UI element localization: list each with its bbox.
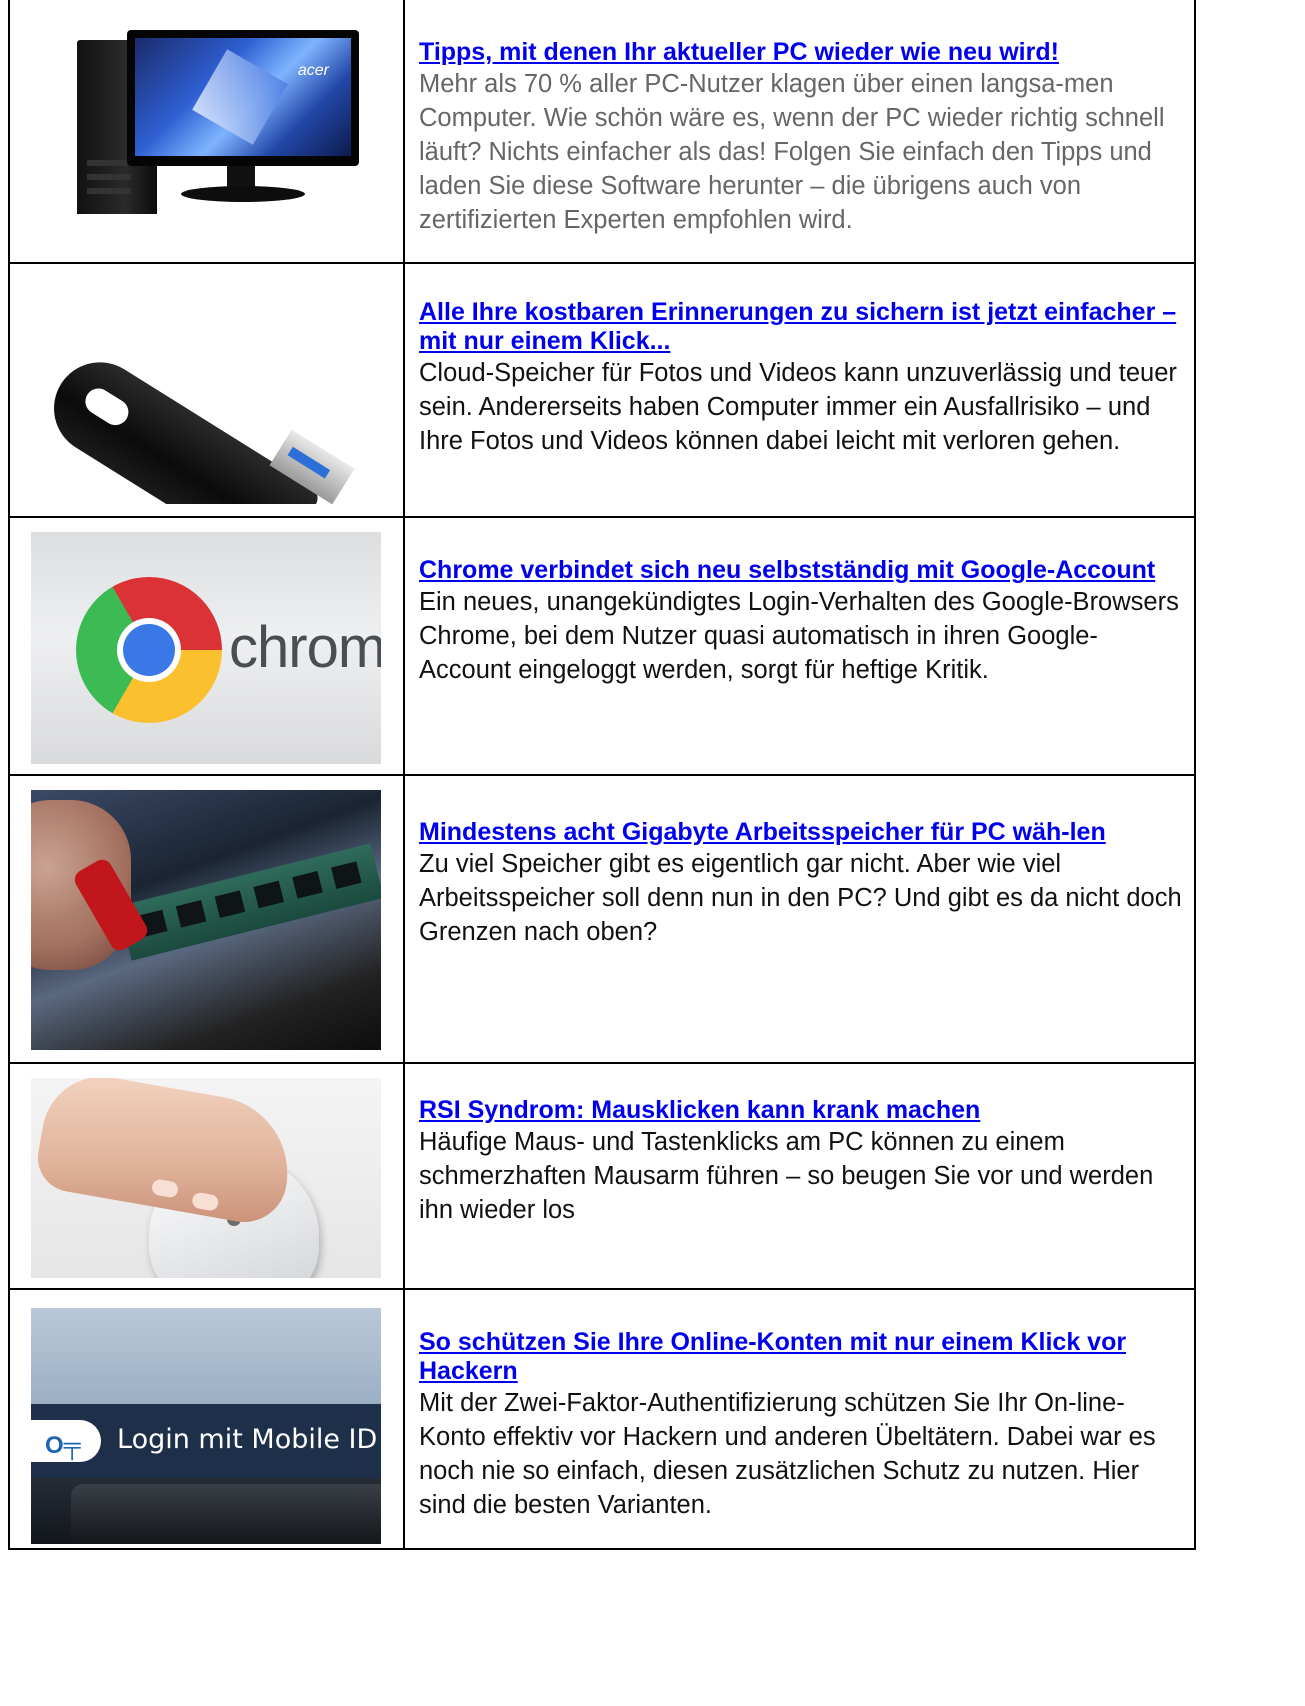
article-teaser: Häufige Maus- und Tastenklicks am PC kön… [419, 1128, 1154, 1224]
article-table: acer Tipps, mit denen Ihr aktueller PC w… [8, 0, 1196, 1550]
article-teaser: Cloud-Speicher für Fotos und Videos kann… [419, 359, 1177, 455]
article-headline-link[interactable]: Tipps, mit denen Ihr aktueller PC wieder… [419, 38, 1182, 67]
key-icon: O╤ [45, 1432, 81, 1459]
pc-monitor-image: acer [127, 30, 359, 166]
mouse-thumbnail[interactable] [31, 1078, 381, 1278]
newsletter-page: acer Tipps, mit denen Ihr aktueller PC w… [0, 0, 1305, 1706]
article-text-cell: Alle Ihre kostbaren Erinnerungen zu sich… [403, 262, 1196, 518]
chrome-logo-icon [76, 577, 222, 723]
usb-stick-thumbnail[interactable] [31, 268, 381, 504]
ram-thumbnail[interactable] [31, 790, 381, 1050]
pc-thumbnail[interactable]: acer [31, 14, 381, 214]
article-text-cell: Tipps, mit denen Ihr aktueller PC wieder… [403, 0, 1196, 264]
article-row: acer Tipps, mit denen Ihr aktueller PC w… [8, 0, 1196, 264]
chrome-thumbnail[interactable]: chrome [31, 532, 381, 764]
article-headline-link[interactable]: Alle Ihre kostbaren Erinnerungen zu sich… [419, 298, 1182, 356]
article-headline-link[interactable]: Mindestens acht Gigabyte Arbeitsspeicher… [419, 818, 1182, 847]
article-image-cell [8, 1062, 405, 1290]
article-text-cell: Mindestens acht Gigabyte Arbeitsspeicher… [403, 774, 1196, 1064]
chrome-wordmark: chrome [229, 615, 381, 680]
article-row: RSI Syndrom: Mausklicken kann krank mach… [8, 1062, 1196, 1290]
article-row: chrome Chrome verbindet sich neu selbsts… [8, 516, 1196, 776]
article-row: Mindestens acht Gigabyte Arbeitsspeicher… [8, 774, 1196, 1064]
login-banner: O╤ Login mit Mobile ID [31, 1404, 381, 1478]
article-teaser: Mit der Zwei-Faktor-Authentifizierung sc… [419, 1389, 1156, 1519]
article-teaser: Ein neues, unangekündigtes Login-Verhalt… [419, 588, 1179, 684]
article-teaser: Zu viel Speicher gibt es eigentlich gar … [419, 850, 1182, 946]
smartphone-image [71, 1484, 381, 1544]
article-headline-link[interactable]: RSI Syndrom: Mausklicken kann krank mach… [419, 1096, 1182, 1125]
article-image-cell: acer [8, 0, 405, 264]
article-headline-link[interactable]: So schützen Sie Ihre Online-Konten mit n… [419, 1328, 1182, 1386]
article-image-cell: chrome [8, 516, 405, 776]
login-thumbnail[interactable]: O╤ Login mit Mobile ID [31, 1308, 381, 1544]
article-teaser: Mehr als 70 % aller PC-Nutzer klagen übe… [419, 70, 1165, 234]
monitor-brand-logo: acer [297, 62, 329, 79]
article-row: O╤ Login mit Mobile ID So schützen Sie I… [8, 1288, 1196, 1550]
article-text-cell: Chrome verbindet sich neu selbstständig … [403, 516, 1196, 776]
article-text-cell: RSI Syndrom: Mausklicken kann krank mach… [403, 1062, 1196, 1290]
article-text-cell: So schützen Sie Ihre Online-Konten mit n… [403, 1288, 1196, 1550]
article-row: Alle Ihre kostbaren Erinnerungen zu sich… [8, 262, 1196, 518]
article-image-cell [8, 262, 405, 518]
article-headline-link[interactable]: Chrome verbindet sich neu selbstständig … [419, 556, 1182, 585]
article-image-cell [8, 774, 405, 1064]
article-image-cell: O╤ Login mit Mobile ID [8, 1288, 405, 1550]
login-banner-text: Login mit Mobile ID [117, 1424, 378, 1455]
